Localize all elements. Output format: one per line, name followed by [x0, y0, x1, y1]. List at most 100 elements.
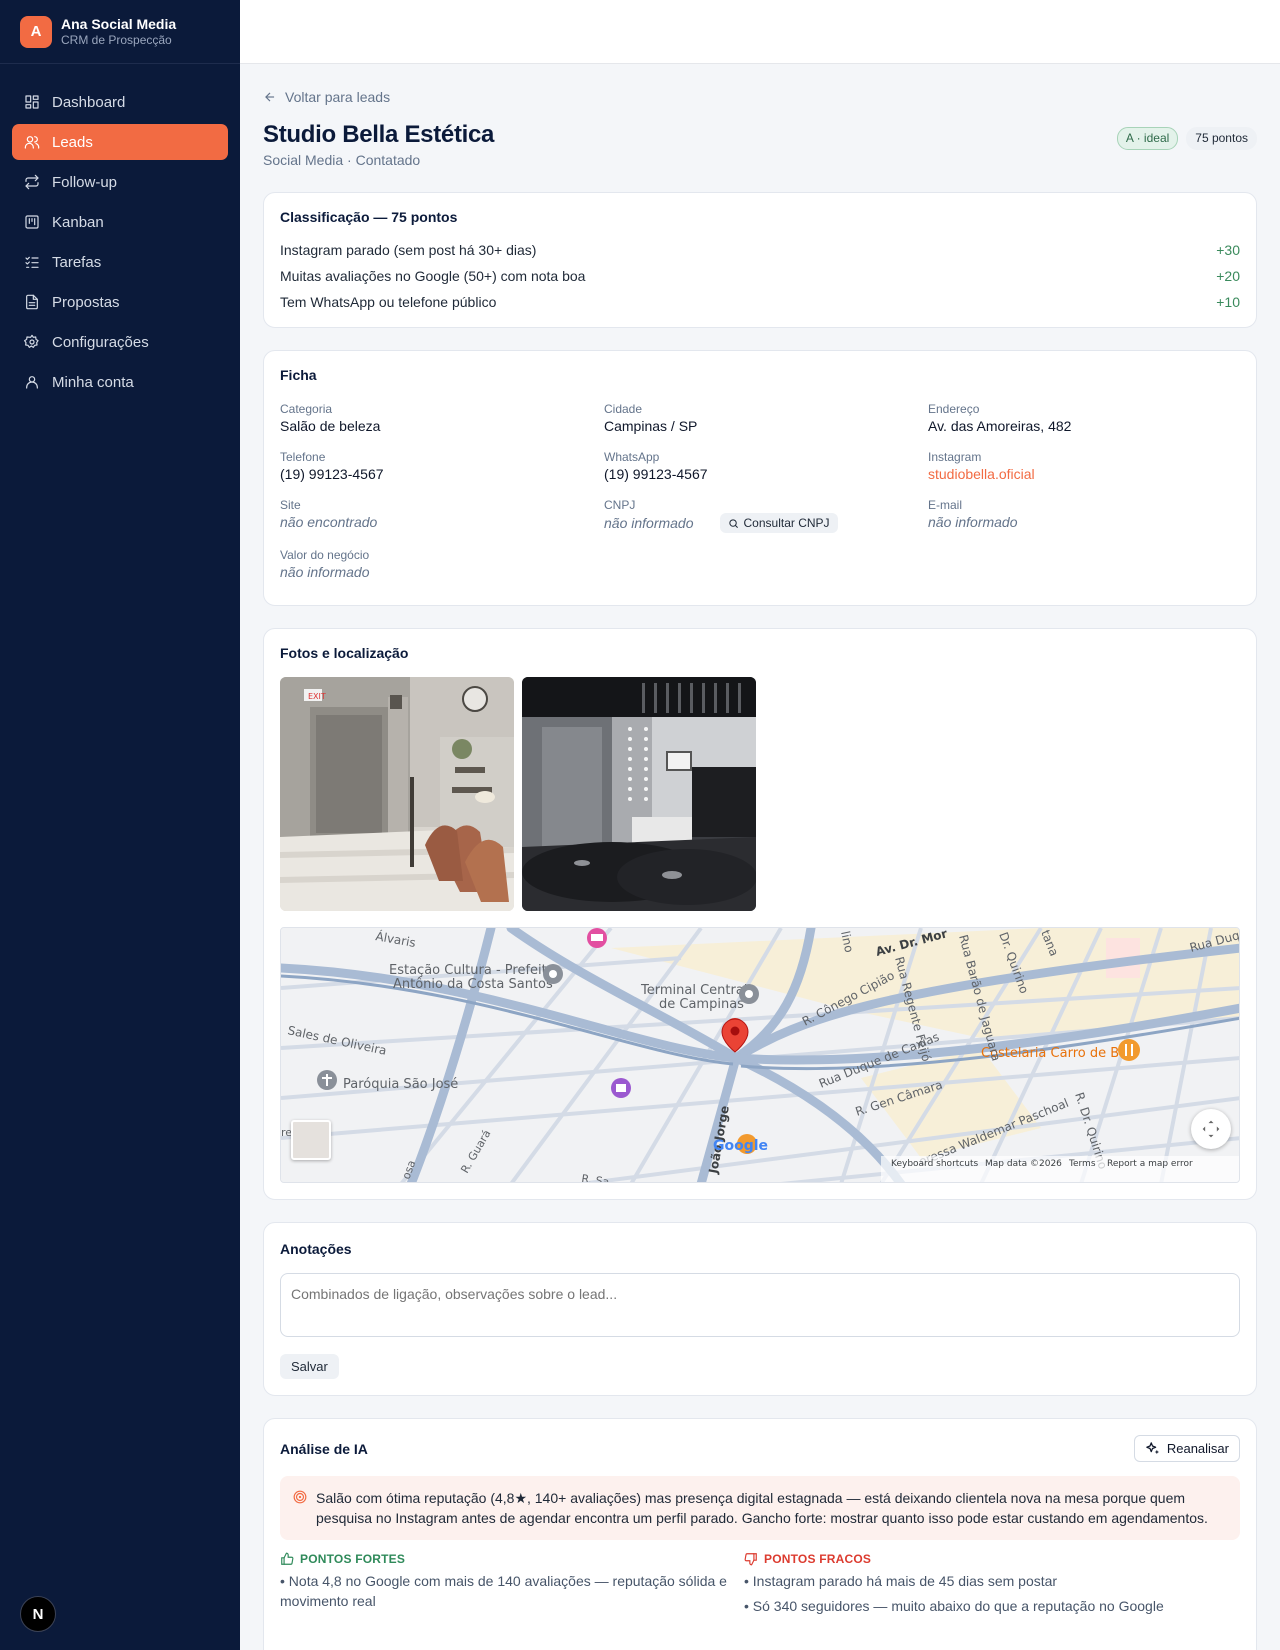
fullscreen-icon — [1202, 1120, 1220, 1138]
salon-photo[interactable]: EXIT — [280, 677, 514, 911]
sidebar-item-follow-up[interactable]: Follow-up — [12, 164, 228, 200]
gear-icon — [24, 334, 40, 350]
sidebar-item-label: Propostas — [52, 293, 120, 311]
reanalisar-button[interactable]: Reanalisar — [1133, 1435, 1240, 1462]
sidebar-item-dashboard[interactable]: Dashboard — [12, 84, 228, 120]
ai-analysis-title: Análise de IA — [280, 1440, 368, 1457]
list-checks-icon — [24, 254, 40, 270]
lead-detail: Voltar para leads Studio Bella Estética … — [263, 64, 1257, 1650]
ficha-title: Ficha — [280, 367, 317, 383]
score-row: Muitas avaliações no Google (50+) com no… — [280, 263, 1240, 289]
weakness-item: • Instagram parado há mais de 45 dias se… — [744, 1573, 1058, 1589]
notes-textarea[interactable] — [280, 1273, 1240, 1337]
page-subtitle: Social Media · Contatado — [263, 152, 421, 168]
button-label: Reanalisar — [1166, 1441, 1229, 1456]
kanban-icon — [24, 214, 40, 230]
field-value: Salão de beleza — [280, 418, 381, 434]
sidebar-item-configuracoes[interactable]: Configurações — [12, 324, 228, 360]
thumbs-up-icon — [281, 1552, 294, 1565]
restaurant-icon[interactable] — [1118, 1039, 1140, 1061]
repeat-icon — [24, 174, 40, 190]
field-label: Instagram — [928, 450, 982, 464]
field-value: não encontrado — [280, 514, 378, 530]
map-label: Terminal Central — [640, 983, 747, 998]
location-map[interactable]: Estação Cultura - Prefeito Antônio da Co… — [280, 927, 1240, 1183]
score-row: Tem WhatsApp ou telefone público +10 — [280, 289, 1240, 315]
salon-interior-photo[interactable] — [522, 677, 756, 911]
score-label: Tem WhatsApp ou telefone público — [280, 294, 497, 310]
back-link[interactable]: Voltar para leads — [263, 88, 1257, 106]
church-icon[interactable] — [317, 1070, 337, 1090]
search-icon — [728, 518, 738, 528]
sidebar-item-leads[interactable]: Leads — [12, 124, 228, 160]
field-valor: Valor do negócio não informado — [280, 543, 604, 591]
ai-analysis-card: Análise de IA Reanalisar Salão com ótima… — [263, 1418, 1257, 1650]
field-cnpj: CNPJ não informado Consultar CNPJ — [604, 493, 928, 541]
field-cidade: Cidade Campinas / SP — [604, 397, 928, 445]
field-label: WhatsApp — [604, 450, 660, 464]
notes-card: Anotações Salvar — [263, 1222, 1257, 1396]
transit-terminal-icon[interactable] — [739, 984, 759, 1004]
map-canvas[interactable]: Estação Cultura - Prefeito Antônio da Co… — [281, 928, 1240, 1183]
score-points: +30 — [1216, 242, 1240, 258]
score-points: +20 — [1216, 268, 1240, 284]
field-label: Telefone — [280, 450, 326, 464]
map-street-view-control[interactable] — [291, 1120, 331, 1160]
field-whatsapp: WhatsApp (19) 99123-4567 — [604, 445, 928, 493]
field-instagram: Instagram studiobella.oficial — [928, 445, 1240, 493]
field-categoria: Categoria Salão de beleza — [280, 397, 604, 445]
sidebar-item-label: Kanban — [52, 213, 104, 231]
button-label: Consultar CNPJ — [743, 516, 830, 530]
instagram-link[interactable]: studiobella.oficial — [928, 465, 1240, 484]
score-label: Instagram parado (sem post há 30+ dias) — [280, 242, 537, 258]
map-label: de Campinas — [659, 997, 744, 1012]
score-label: Muitas avaliações no Google (50+) com no… — [280, 268, 586, 284]
sidebar-item-label: Leads — [52, 133, 93, 151]
shopping-icon[interactable] — [611, 1078, 631, 1098]
strengths-column: PONTOS FORTES • Nota 4,8 no Google com m… — [280, 1552, 768, 1616]
target-icon — [293, 1490, 307, 1504]
notes-title: Anotações — [280, 1241, 352, 1257]
strengths-title: PONTOS FORTES — [300, 1552, 406, 1566]
map-terms[interactable]: Terms — [1068, 1159, 1096, 1169]
ai-summary-text: Salão com ótima reputação (4,8★, 140+ av… — [316, 1490, 1208, 1526]
ficha-card: Ficha Categoria Salão de beleza Cidade C… — [263, 350, 1257, 606]
users-icon — [24, 134, 40, 150]
transit-station-icon[interactable] — [543, 964, 563, 984]
hotel-icon[interactable] — [587, 928, 607, 948]
arrow-left-icon — [265, 92, 275, 102]
sidebar-item-minha-conta[interactable]: Minha conta — [12, 364, 228, 400]
score-points: +10 — [1216, 294, 1240, 310]
photos-title: Fotos e localização — [280, 645, 409, 661]
save-button[interactable]: Salvar — [280, 1354, 339, 1379]
sidebar-item-propostas[interactable]: Propostas — [12, 284, 228, 320]
sidebar-item-label: Tarefas — [52, 253, 102, 271]
map-keyboard-shortcuts[interactable]: Keyboard shortcuts — [891, 1159, 978, 1169]
salon-interior-image — [522, 677, 756, 911]
sidebar-item-kanban[interactable]: Kanban — [12, 204, 228, 240]
user-icon — [24, 374, 40, 390]
field-telefone: Telefone (19) 99123-4567 — [280, 445, 604, 493]
svg-text:Google: Google — [713, 1138, 768, 1154]
sidebar-item-label: Minha conta — [52, 373, 134, 391]
weakness-item: • Só 340 seguidores — muito abaixo do qu… — [744, 1598, 1164, 1614]
thumbs-down-icon — [744, 1553, 757, 1566]
back-link-label: Voltar para leads — [285, 89, 391, 105]
field-site: Site não encontrado — [280, 493, 604, 541]
brand: A Ana Social Media CRM de Prospecção — [0, 0, 240, 64]
score-row: Instagram parado (sem post há 30+ dias) … — [280, 237, 1240, 263]
consultar-cnpj-button[interactable]: Consultar CNPJ — [719, 513, 838, 533]
dev-tools-badge[interactable]: N — [20, 1596, 56, 1632]
sidebar: A Ana Social Media CRM de Prospecção Das… — [0, 0, 240, 1650]
sparkles-icon — [1146, 1442, 1159, 1455]
map-report-error[interactable]: Report a map error — [1107, 1159, 1193, 1169]
field-value: Av. das Amoreiras, 482 — [928, 418, 1072, 434]
field-label: Categoria — [280, 402, 333, 416]
sidebar-item-label: Dashboard — [52, 93, 126, 111]
field-value: não informado — [928, 514, 1018, 530]
map-fullscreen-button[interactable] — [1191, 1109, 1231, 1149]
field-label: Valor do negócio — [280, 548, 370, 562]
field-label: E-mail — [928, 498, 963, 512]
field-value: não informado — [604, 514, 694, 531]
sidebar-item-tarefas[interactable]: Tarefas — [12, 244, 228, 280]
